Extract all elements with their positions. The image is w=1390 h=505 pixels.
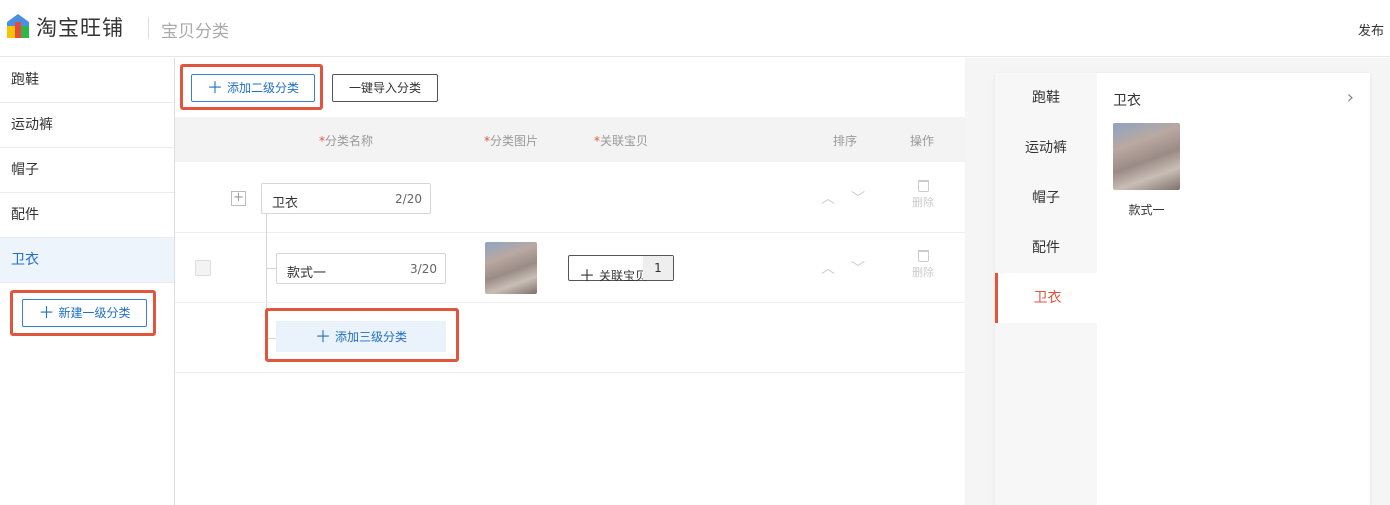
row-divider xyxy=(175,372,965,373)
row-checkbox[interactable] xyxy=(195,260,211,276)
chevron-right-icon[interactable]: › xyxy=(1347,87,1354,108)
related-items-button[interactable]: ＋关联宝贝 1 xyxy=(568,255,674,285)
table-header: *分类名称 *分类图片 *关联宝贝 排序 操作 xyxy=(175,117,965,162)
mobile-preview-panel: 跑鞋 运动裤 帽子 配件 卫衣 卫衣 › 款式一 xyxy=(995,73,1370,505)
category-name-field[interactable]: 卫衣 2/20 xyxy=(261,183,431,214)
move-up-icon[interactable]: ︿ xyxy=(821,188,835,208)
category-image-thumbnail[interactable] xyxy=(485,242,537,294)
expand-toggle-icon[interactable]: + xyxy=(231,191,246,206)
new-first-level-category-button[interactable]: ＋新建一级分类 xyxy=(22,299,147,327)
sidebar-item-peijian[interactable]: 配件 xyxy=(0,193,174,238)
col-header-name: *分类名称 xyxy=(319,134,374,148)
trash-icon xyxy=(917,180,929,192)
plus-icon: ＋ xyxy=(579,266,596,285)
preview-nav-item[interactable]: 配件 xyxy=(995,223,1097,273)
preview-category-title: 卫衣 xyxy=(1113,93,1141,109)
publish-button[interactable]: 发布 xyxy=(1358,20,1384,39)
plus-icon: ＋ xyxy=(38,303,55,322)
taobao-wangpu-logo-icon xyxy=(7,14,29,38)
preview-category-nav: 跑鞋 运动裤 帽子 配件 卫衣 xyxy=(995,73,1097,505)
add-second-level-category-button[interactable]: ＋添加二级分类 xyxy=(191,74,315,102)
move-up-icon[interactable]: ︿ xyxy=(821,258,835,278)
plus-icon: ＋ xyxy=(206,78,223,97)
row-divider xyxy=(175,232,965,233)
row-divider xyxy=(175,302,965,303)
sidebar-item-weiyi[interactable]: 卫衣 xyxy=(0,238,174,283)
move-down-icon[interactable]: ﹀ xyxy=(851,188,865,208)
delete-button[interactable]: 删除 xyxy=(908,250,938,280)
top-header: 淘宝旺铺 宝贝分类 发布 xyxy=(0,0,1390,57)
page-title: 宝贝分类 xyxy=(161,22,229,42)
tree-connector xyxy=(266,268,276,269)
trash-icon xyxy=(917,250,929,262)
related-items-label: ＋关联宝贝 xyxy=(579,266,648,285)
sidebar-item-maozi[interactable]: 帽子 xyxy=(0,148,174,193)
plus-icon: ＋ xyxy=(314,327,331,346)
preview-nav-item[interactable]: 运动裤 xyxy=(995,123,1097,173)
sidebar-item-yundongku[interactable]: 运动裤 xyxy=(0,103,174,148)
delete-button[interactable]: 删除 xyxy=(908,180,938,210)
category-editor: ＋添加二级分类 一键导入分类 *分类名称 *分类图片 *关联宝贝 排序 操作 +… xyxy=(175,58,965,505)
app-name: 淘宝旺铺 xyxy=(36,16,124,40)
col-header-sort: 排序 xyxy=(833,134,858,148)
col-header-action: 操作 xyxy=(910,134,935,148)
col-header-image: *分类图片 xyxy=(484,134,539,148)
category-sidebar: 跑鞋 运动裤 帽子 配件 卫衣 xyxy=(0,58,175,505)
related-items-count: 1 xyxy=(643,256,673,280)
preview-subcategory-label: 款式一 xyxy=(1128,203,1165,217)
move-down-icon[interactable]: ﹀ xyxy=(851,258,865,278)
preview-nav-item-active[interactable]: 卫衣 xyxy=(995,273,1097,323)
preview-subcategory-image[interactable] xyxy=(1113,123,1180,190)
preview-nav-item[interactable]: 跑鞋 xyxy=(995,73,1097,123)
preview-nav-item[interactable]: 帽子 xyxy=(995,173,1097,223)
sidebar-item-paoxie[interactable]: 跑鞋 xyxy=(0,58,174,103)
import-categories-button[interactable]: 一键导入分类 xyxy=(332,74,438,102)
header-divider xyxy=(148,17,149,39)
col-header-related: *关联宝贝 xyxy=(594,134,649,148)
subcategory-name-field[interactable]: 款式一 3/20 xyxy=(276,253,446,284)
add-third-level-category-button[interactable]: ＋添加三级分类 xyxy=(276,321,446,352)
